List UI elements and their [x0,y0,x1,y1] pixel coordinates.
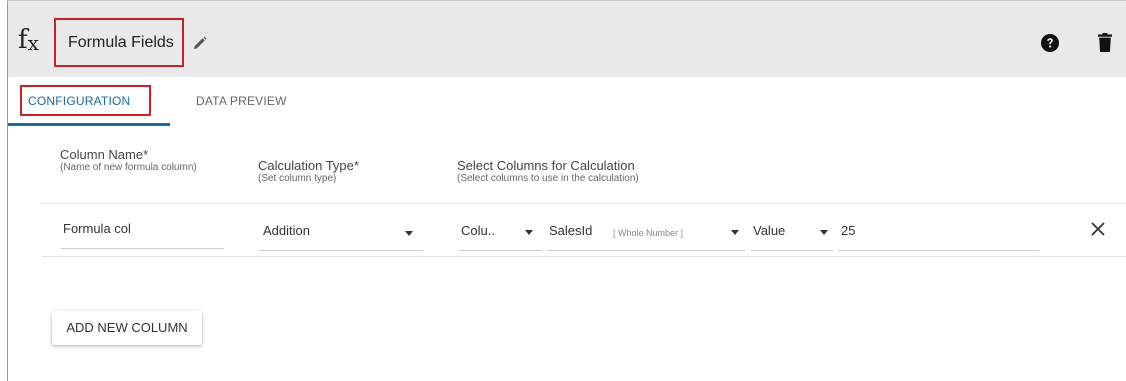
calculation-type-label: Calculation Type* [258,158,359,173]
header-row-divider [42,203,1126,204]
operand-type-underline [459,250,542,251]
close-icon[interactable] [1091,222,1105,236]
page-title: Formula Fields [68,34,174,51]
column-type-tag: [ Whole Number ] [613,228,684,238]
chevron-down-icon[interactable] [525,230,533,235]
column-select-underline [547,250,745,251]
help-icon[interactable] [1041,34,1059,52]
value-input[interactable]: 25 [841,223,855,239]
panel-header: fx Formula Fields [8,1,1126,77]
column-name-label: Column Name* [60,147,149,162]
active-tab-indicator [8,123,170,126]
select-columns-label: Select Columns for Calculation [457,158,635,173]
select-columns-hint: (Select columns to use in the calculatio… [457,173,639,184]
calculation-type-select[interactable]: Addition [263,223,310,239]
value-type-select[interactable]: Value [753,223,785,239]
add-new-column-button[interactable]: ADD NEW COLUMN [52,311,202,345]
column-name-underline [61,248,224,249]
column-name-hint: (Name of new formula column) [60,162,197,173]
chevron-down-icon[interactable] [731,230,739,235]
value-type-underline [751,250,833,251]
trash-icon[interactable] [1098,33,1112,52]
column-select[interactable]: SalesId [549,223,592,239]
pencil-icon[interactable] [193,36,207,50]
tab-configuration[interactable]: CONFIGURATION [28,94,130,108]
calculation-type-underline [259,250,423,251]
tab-data-preview[interactable]: DATA PREVIEW [196,94,287,108]
column-name-input[interactable]: Formula col [63,221,131,237]
operand-type-select[interactable]: Colu.. [461,223,495,239]
formula-fx-icon: fx [18,25,39,55]
chevron-down-icon[interactable] [820,230,828,235]
tab-bar: CONFIGURATION DATA PREVIEW [8,77,1126,127]
value-input-underline [838,250,1039,251]
select-columns-heading: Select Columns for Calculation (Select c… [457,158,807,185]
column-name-heading: Column Name* (Name of new formula column… [60,147,210,174]
row-divider [42,256,1126,257]
calculation-type-heading: Calculation Type* (Set column type) [258,158,428,185]
chevron-down-icon[interactable] [405,231,413,236]
calculation-type-hint: (Set column type) [258,173,337,184]
